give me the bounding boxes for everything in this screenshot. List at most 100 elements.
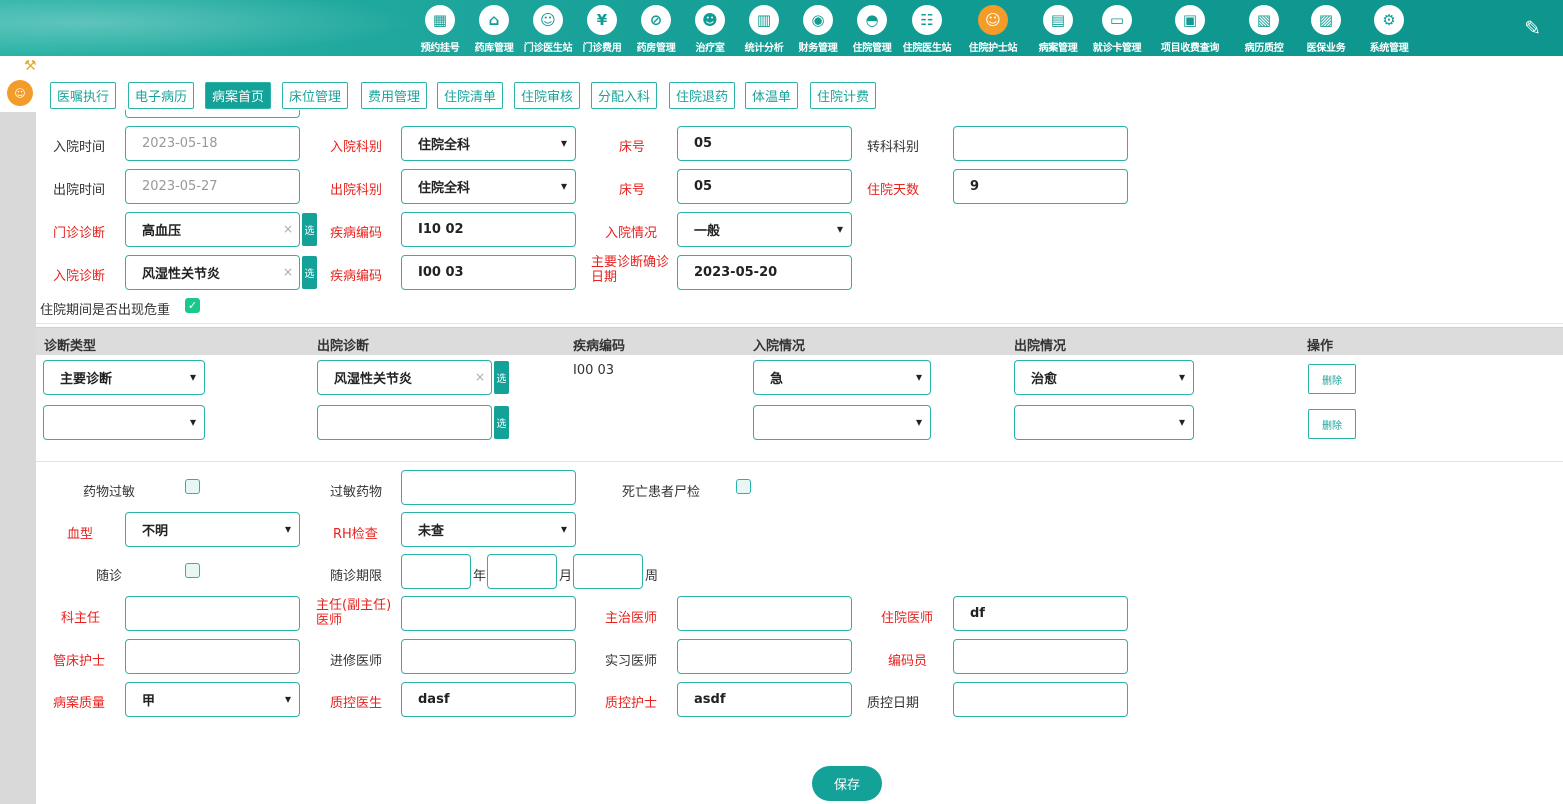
tab[interactable]: 医嘱执行 xyxy=(50,82,117,109)
discharge-diag-pick-button[interactable]: 选 xyxy=(494,406,509,439)
nav-item-label: 系统管理 xyxy=(1369,43,1409,54)
outpatient-diag-value: 高血压 xyxy=(142,224,182,239)
nav-item[interactable]: ▧ 病历质控 xyxy=(1234,2,1294,54)
row-admit-condition-select[interactable] xyxy=(753,405,931,440)
delete-button[interactable]: 删除 xyxy=(1308,364,1356,394)
tab[interactable]: 住院审核 xyxy=(514,82,581,109)
rh-select[interactable]: 未查 xyxy=(401,512,576,547)
col-disease-code: 疾病编码 xyxy=(573,339,626,354)
nav-item[interactable]: ▥ 统计分析 xyxy=(734,2,794,54)
row-admit-condition-select[interactable]: 急 xyxy=(753,360,931,395)
broom-icon[interactable]: ⚒ xyxy=(24,58,37,74)
tab[interactable]: 住院清单 xyxy=(437,82,504,109)
nav-item[interactable]: ◓ 住院管理 xyxy=(842,2,902,54)
qc-nurse-field[interactable]: asdf xyxy=(677,682,852,717)
allergy-drug-field[interactable] xyxy=(401,470,576,505)
nav-item[interactable]: ⊘ 药房管理 xyxy=(626,2,686,54)
drug-allergy-checkbox[interactable] xyxy=(185,479,200,494)
discharge-diag-pick-button[interactable]: 选 xyxy=(494,361,509,394)
nav-item[interactable]: ◉ 财务管理 xyxy=(788,2,848,54)
quality-select[interactable]: 甲 xyxy=(125,682,300,717)
followup-year-field[interactable] xyxy=(401,554,471,589)
nav-item[interactable]: ☻ 治疗室 xyxy=(680,2,740,54)
tab[interactable]: 分配入科 xyxy=(591,82,658,109)
nav-item[interactable]: ▤ 病案管理 xyxy=(1028,2,1088,54)
nav-item[interactable]: ▭ 就诊卡管理 xyxy=(1087,2,1147,54)
admit-diag-field[interactable]: 风湿性关节炎 × xyxy=(125,255,300,290)
nav-item[interactable]: ⌂ 药库管理 xyxy=(464,2,524,54)
nav-item[interactable]: ▨ 医保业务 xyxy=(1296,2,1356,54)
outpatient-diag-pick-button[interactable]: 选 xyxy=(302,213,317,246)
nav-item[interactable]: ▣ 项目收费查询 xyxy=(1160,2,1220,54)
blood-type-select[interactable]: 不明 xyxy=(125,512,300,547)
outpatient-code-label: 疾病编码 xyxy=(330,226,383,241)
discharge-dept-select[interactable]: 住院全科 xyxy=(401,169,576,204)
critical-checkbox[interactable]: ✓ xyxy=(185,298,200,313)
chief-field[interactable] xyxy=(401,596,576,631)
admit-diag-pick-button[interactable]: 选 xyxy=(302,256,317,289)
nav-item[interactable]: ▦ 预约挂号 xyxy=(410,2,470,54)
tab[interactable]: 费用管理 xyxy=(361,82,428,109)
coder-field[interactable] xyxy=(953,639,1128,674)
discharge-bed-field[interactable]: 05 xyxy=(677,169,852,204)
qc-nurse-label: 质控护士 xyxy=(605,696,658,711)
pharmacy-warehouse-icon: ⌂ xyxy=(479,5,509,35)
admit-code-field[interactable]: I00 03 xyxy=(401,255,576,290)
tab[interactable]: 床位管理 xyxy=(282,82,349,109)
col-discharge-diag: 出院诊断 xyxy=(317,339,370,354)
clear-icon[interactable]: × xyxy=(475,370,485,384)
autopsy-checkbox[interactable] xyxy=(736,479,751,494)
clear-icon[interactable]: × xyxy=(283,222,293,236)
diag-type-select[interactable] xyxy=(43,405,205,440)
tab[interactable]: 电子病历 xyxy=(128,82,195,109)
clear-icon[interactable]: × xyxy=(283,265,293,279)
stay-days-field[interactable]: 9 xyxy=(953,169,1128,204)
nav-item[interactable]: ☷ 住院医生站 xyxy=(897,2,957,54)
qc-doctor-field[interactable]: dasf xyxy=(401,682,576,717)
calendar-icon: ▦ xyxy=(425,5,455,35)
nav-item[interactable]: ☺ 住院护士站 xyxy=(963,2,1023,54)
outpatient-code-field[interactable]: I10 02 xyxy=(401,212,576,247)
intern-field[interactable] xyxy=(677,639,852,674)
tab[interactable]: 住院计费 xyxy=(810,82,877,109)
followup-week-field[interactable] xyxy=(573,554,643,589)
followup-month-field[interactable] xyxy=(487,554,557,589)
row-discharge-condition-select[interactable] xyxy=(1014,405,1194,440)
diagnosis-table-header: 诊断类型 出院诊断 疾病编码 入院情况 出院情况 操作 xyxy=(36,327,1563,355)
qc-date-field[interactable] xyxy=(953,682,1128,717)
nurse-avatar-icon[interactable]: ☺ xyxy=(7,80,33,106)
nav-item[interactable]: ⚙ 系统管理 xyxy=(1359,2,1419,54)
discharge-time-field[interactable]: 2023-05-27 xyxy=(125,169,300,204)
nav-item-label: 财务管理 xyxy=(798,43,838,54)
pencil-icon[interactable]: ✎ xyxy=(1524,16,1541,40)
admit-dept-select[interactable]: 住院全科 xyxy=(401,126,576,161)
admit-bed-field[interactable]: 05 xyxy=(677,126,852,161)
tab[interactable]: 住院退药 xyxy=(669,82,736,109)
nav-item[interactable]: ¥ 门诊费用 xyxy=(572,2,632,54)
month-unit: 月 xyxy=(559,569,573,584)
director-field[interactable] xyxy=(125,596,300,631)
delete-button[interactable]: 删除 xyxy=(1308,409,1356,439)
save-button[interactable]: 保存 xyxy=(812,766,882,801)
trainee-field[interactable] xyxy=(401,639,576,674)
admit-time-field[interactable]: 2023-05-18 xyxy=(125,126,300,161)
transfer-dept-field[interactable] xyxy=(953,126,1128,161)
gear-icon: ⚙ xyxy=(1374,5,1404,35)
resident-field[interactable]: df xyxy=(953,596,1128,631)
discharge-diag-field[interactable]: 风湿性关节炎 × xyxy=(317,360,492,395)
nav-item[interactable]: ☺ 门诊医生站 xyxy=(518,2,578,54)
attending-field[interactable] xyxy=(677,596,852,631)
discharge-dept-value: 住院全科 xyxy=(418,181,471,196)
inpatient-doctor-icon: ☷ xyxy=(912,5,942,35)
row-discharge-condition-select[interactable]: 治愈 xyxy=(1014,360,1194,395)
admit-condition-select[interactable]: 一般 xyxy=(677,212,852,247)
followup-checkbox[interactable] xyxy=(185,563,200,578)
outpatient-diag-field[interactable]: 高血压 × xyxy=(125,212,300,247)
bed-nurse-field[interactable] xyxy=(125,639,300,674)
nav-item-label: 住院护士站 xyxy=(968,43,1018,54)
confirm-date-field[interactable]: 2023-05-20 xyxy=(677,255,852,290)
diag-type-select[interactable]: 主要诊断 xyxy=(43,360,205,395)
discharge-diag-field[interactable] xyxy=(317,405,492,440)
tab[interactable]: 病案首页 xyxy=(205,82,272,109)
tab[interactable]: 体温单 xyxy=(745,82,799,109)
